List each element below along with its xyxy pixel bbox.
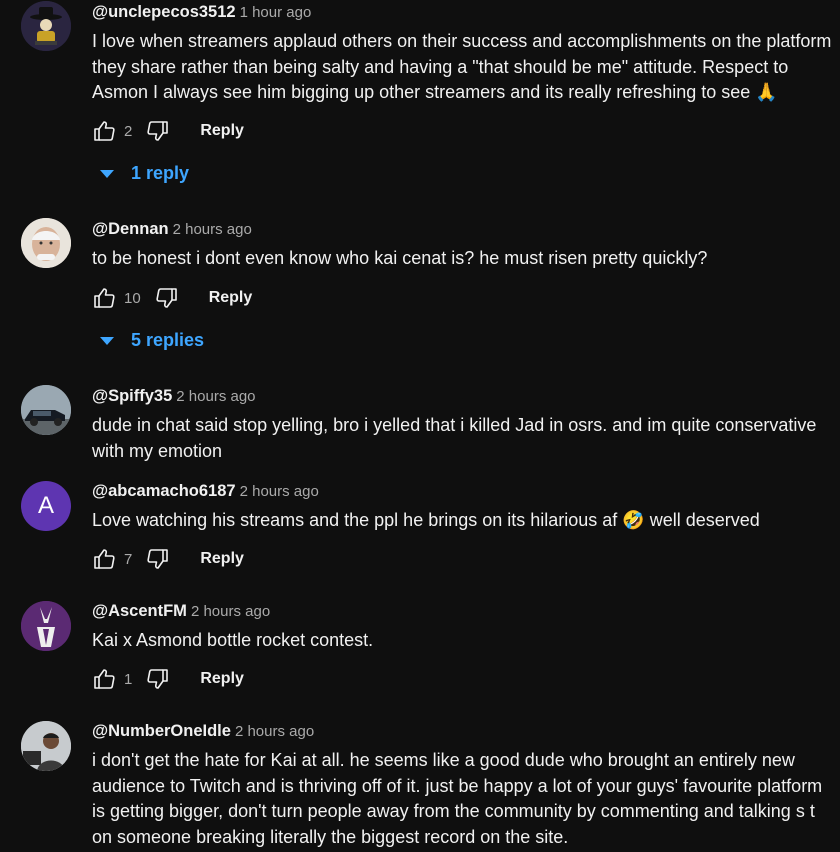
comment-actions: 1 Reply <box>92 666 244 692</box>
comment-text: I love when streamers applaud others on … <box>92 31 832 102</box>
thumbs-up-icon[interactable] <box>92 667 116 691</box>
comment-author[interactable]: @abcamacho6187 2 hours ago <box>92 482 319 501</box>
author-name[interactable]: @NumberOneIdle <box>92 722 231 740</box>
thumbs-down-icon[interactable] <box>146 667 170 691</box>
caret-down-icon <box>100 336 114 345</box>
comment-author[interactable]: @unclepecos3512 1 hour ago <box>92 3 311 22</box>
comment-time[interactable]: 2 hours ago <box>176 388 255 405</box>
person-avatar-icon <box>21 721 71 771</box>
comment-author[interactable]: @NumberOneIdle 2 hours ago <box>92 722 314 741</box>
caret-down-icon <box>100 169 114 178</box>
comment-author[interactable]: @Dennan 2 hours ago <box>92 220 252 239</box>
author-name[interactable]: @unclepecos3512 <box>92 3 236 21</box>
thumbs-down-icon[interactable] <box>146 119 170 143</box>
comment-text: to be honest i dont even know who kai ce… <box>92 248 708 268</box>
like-count: 10 <box>124 289 141 307</box>
comment-time[interactable]: 2 hours ago <box>191 603 270 620</box>
comment-text: i don't get the hate for Kai at all. he … <box>92 750 823 847</box>
avatar[interactable]: A <box>21 481 71 531</box>
cowboy-avatar-icon <box>21 1 71 51</box>
comment-text: Kai x Asmond bottle rocket contest. <box>92 630 374 650</box>
avatar-letter: A <box>37 492 54 519</box>
reply-button[interactable]: Reply <box>209 289 253 307</box>
author-name[interactable]: @AscentFM <box>92 602 187 620</box>
comment-time[interactable]: 2 hours ago <box>235 723 314 740</box>
reply-button[interactable]: Reply <box>200 670 244 688</box>
view-replies-button[interactable]: 5 replies <box>100 330 204 351</box>
comment-time[interactable]: 2 hours ago <box>173 221 252 238</box>
reply-button[interactable]: Reply <box>200 122 244 140</box>
author-name[interactable]: @Spiffy35 <box>92 387 172 405</box>
comment-author[interactable]: @AscentFM 2 hours ago <box>92 602 270 621</box>
reply-button[interactable]: Reply <box>200 550 244 568</box>
view-replies-button[interactable]: 1 reply <box>100 163 189 184</box>
comment-time[interactable]: 2 hours ago <box>240 483 319 500</box>
avatar[interactable] <box>21 385 71 435</box>
thumbs-up-icon[interactable] <box>92 286 116 310</box>
avatar[interactable] <box>21 218 71 268</box>
comment-text: Love watching his streams and the ppl he… <box>92 510 760 530</box>
comment-author[interactable]: @Spiffy35 2 hours ago <box>92 387 256 406</box>
thumbs-down-icon[interactable] <box>146 547 170 571</box>
replies-label[interactable]: 5 replies <box>131 330 204 351</box>
face-avatar-icon <box>21 218 71 268</box>
like-count: 2 <box>124 122 133 140</box>
rabbit-avatar-icon <box>21 601 71 651</box>
like-count: 7 <box>124 550 133 568</box>
like-count: 1 <box>124 670 133 688</box>
thumbs-up-icon[interactable] <box>92 119 116 143</box>
avatar[interactable] <box>21 1 71 51</box>
author-name[interactable]: @abcamacho6187 <box>92 482 236 500</box>
replies-label[interactable]: 1 reply <box>131 163 189 184</box>
comment-actions: 2 Reply <box>92 118 244 144</box>
car-avatar-icon <box>21 385 71 435</box>
thumbs-down-icon[interactable] <box>155 286 179 310</box>
comment-time[interactable]: 1 hour ago <box>240 4 312 21</box>
avatar[interactable] <box>21 601 71 651</box>
author-name[interactable]: @Dennan <box>92 220 169 238</box>
comment-actions: 10 Reply <box>92 285 252 311</box>
thumbs-up-icon[interactable] <box>92 547 116 571</box>
avatar[interactable] <box>21 721 71 771</box>
comment-text: dude in chat said stop yelling, bro i ye… <box>92 415 817 461</box>
comment-actions: 7 Reply <box>92 546 244 572</box>
